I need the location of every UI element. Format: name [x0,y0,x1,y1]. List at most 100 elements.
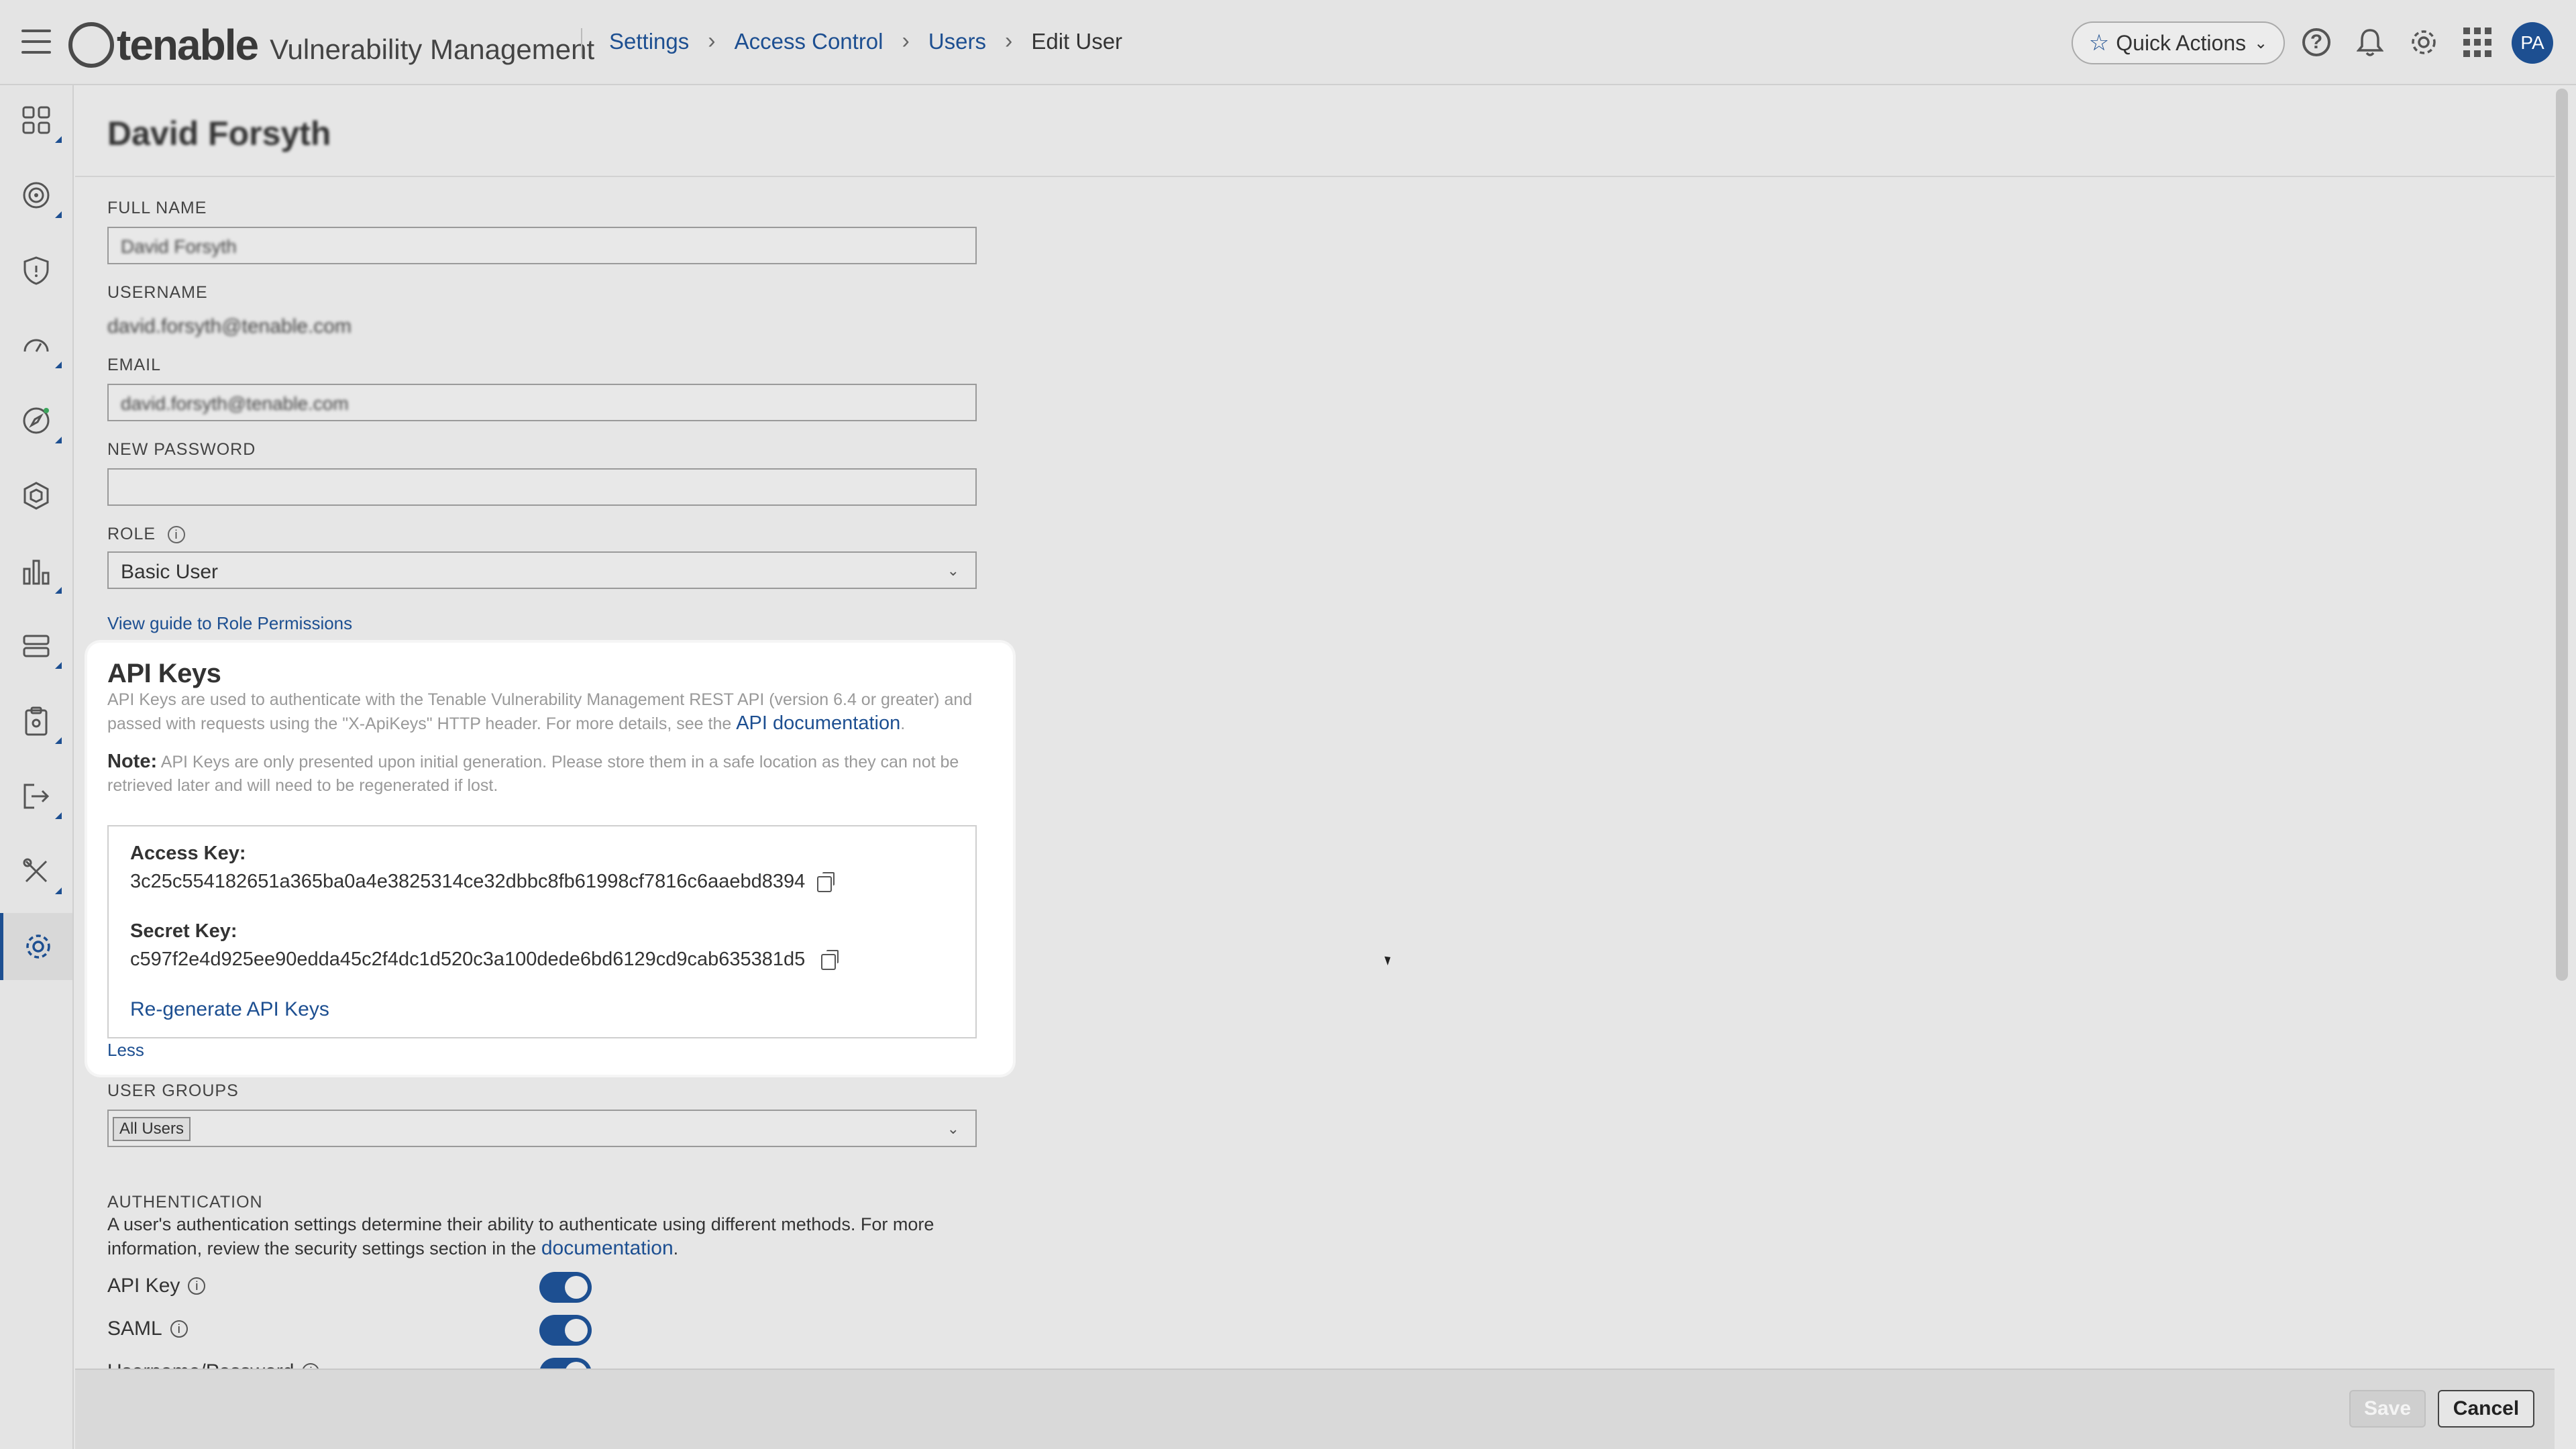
authentication-label: AUTHENTICATION [107,1193,263,1212]
page-title: David Forsyth [107,115,331,152]
top-bar: tenable Vulnerability Management Setting… [0,0,2576,85]
sidebar-item-lumin[interactable] [0,312,72,379]
less-link[interactable]: Less [107,1040,144,1061]
secret-key-label: Secret Key: [130,920,237,942]
logo-text: tenable [117,21,259,69]
authentication-description: A user's authentication settings determi… [107,1213,979,1260]
sidebar-item-tools[interactable] [0,838,72,905]
user-groups-label: USER GROUPS [107,1081,239,1100]
save-button[interactable]: Save [2349,1390,2426,1428]
username-label: USERNAME [107,283,208,302]
api-keys-note: Note: API Keys are only presented upon i… [107,750,979,798]
server-stack-icon [21,631,52,661]
regenerate-api-keys-link[interactable]: Re-generate API Keys [130,998,329,1021]
sidebar-item-vulnerability[interactable] [0,237,72,304]
sidebar-item-settings[interactable] [0,913,72,980]
breadcrumb: Settings › Access Control › Users › Edit… [609,28,1122,54]
chevron-right-icon: › [902,28,910,54]
hexagon-icon [21,480,52,511]
auth-option-api-key: API Key i [107,1275,206,1297]
chevron-down-icon: ⌄ [947,562,959,579]
mouse-cursor-icon [1384,955,1393,965]
breadcrumb-settings[interactable]: Settings [609,29,689,54]
user-groups-select[interactable]: All Users ⌄ [107,1110,977,1147]
secret-key-value[interactable]: c597f2e4d925ee90edda45c2f4dc1d520c3a100d… [130,949,805,971]
new-password-field[interactable] [107,468,977,506]
info-icon[interactable]: i [188,1277,206,1295]
sidebar [0,85,74,1449]
breadcrumb-access-control[interactable]: Access Control [735,29,883,54]
apps-grid-icon[interactable] [2462,27,2493,58]
copy-icon[interactable] [821,950,839,970]
authentication-documentation-link[interactable]: documentation [541,1237,674,1259]
header-divider [581,28,582,58]
gauge-icon [21,330,52,361]
email-value: david.forsyth@tenable.com [121,393,349,414]
role-value: Basic User [121,561,219,583]
note-text: API Keys are only presented upon initial… [107,753,959,795]
new-password-label: NEW PASSWORD [107,440,256,459]
role-label: ROLE [107,525,156,543]
clipboard-icon [21,706,52,737]
content-header [75,87,2555,177]
cancel-button[interactable]: Cancel [2438,1390,2534,1428]
email-field[interactable]: david.forsyth@tenable.com [107,384,977,421]
help-icon[interactable]: ? [2302,28,2330,56]
chevron-right-icon: › [708,28,716,54]
info-icon[interactable]: i [170,1320,188,1338]
api-keys-card: API Keys API Keys are used to authentica… [87,643,1013,1075]
access-key-value[interactable]: 3c25c554182651a365ba0a4e3825314ce32dbbc8… [130,871,805,893]
export-icon [21,781,52,812]
username-value: david.forsyth@tenable.com [107,315,352,337]
shield-icon [21,255,52,286]
product-name: Vulnerability Management [270,34,595,65]
keys-box: Access Key: 3c25c554182651a365ba0a4e3825… [107,825,977,1038]
email-label: EMAIL [107,356,162,374]
copy-icon[interactable] [817,872,835,892]
dashboard-grid-icon [21,105,52,136]
auth-option-label: API Key [107,1275,180,1297]
sidebar-item-explore[interactable] [0,387,72,454]
quick-actions-button[interactable]: ☆ Quick Actions ⌄ [2072,21,2285,64]
api-documentation-link[interactable]: API documentation [736,712,900,734]
settings-gear-icon [23,931,54,962]
chevron-down-icon: ⌄ [2254,34,2268,52]
compass-icon [21,405,52,436]
full-name-field[interactable]: David Forsyth [107,227,977,264]
info-icon[interactable]: i [168,526,186,544]
sidebar-item-reports[interactable] [0,537,72,604]
sidebar-item-exposure[interactable] [0,162,72,229]
role-select[interactable]: Basic User ⌄ [107,551,977,589]
tools-icon [21,856,52,887]
quick-actions-label: Quick Actions [2116,30,2247,55]
sidebar-item-inventory[interactable] [0,462,72,529]
menu-icon[interactable] [21,30,51,54]
tenable-logo[interactable]: tenable Vulnerability Management [68,20,594,70]
avatar[interactable]: PA [2512,22,2553,64]
auth-option-saml: SAML i [107,1318,188,1340]
full-name-value: David Forsyth [121,236,237,257]
gear-icon[interactable] [2408,27,2439,58]
bell-icon[interactable] [2355,27,2385,58]
auth-option-label: SAML [107,1318,162,1340]
api-keys-title: API Keys [107,659,221,688]
api-keys-description: API Keys are used to authenticate with t… [107,688,979,736]
scrollbar[interactable] [2556,89,2568,981]
target-icon [21,180,52,211]
user-group-tag[interactable]: All Users [113,1117,191,1141]
chevron-down-icon: ⌄ [947,1120,959,1137]
sidebar-item-assets[interactable] [0,612,72,680]
breadcrumb-users[interactable]: Users [928,29,986,54]
authentication-description-text: A user's authentication settings determi… [107,1214,934,1258]
period-text: . [673,1238,679,1258]
sidebar-item-dashboards[interactable] [0,87,72,154]
saml-toggle[interactable] [539,1315,592,1346]
breadcrumb-current: Edit User [1031,28,1123,54]
api-key-toggle[interactable] [539,1272,592,1303]
logo-mark-icon [68,22,114,68]
full-name-label: FULL NAME [107,199,207,217]
note-label: Note: [107,751,158,772]
sidebar-item-policies[interactable] [0,688,72,755]
role-guide-link[interactable]: View guide to Role Permissions [107,613,352,634]
sidebar-item-export[interactable] [0,763,72,830]
